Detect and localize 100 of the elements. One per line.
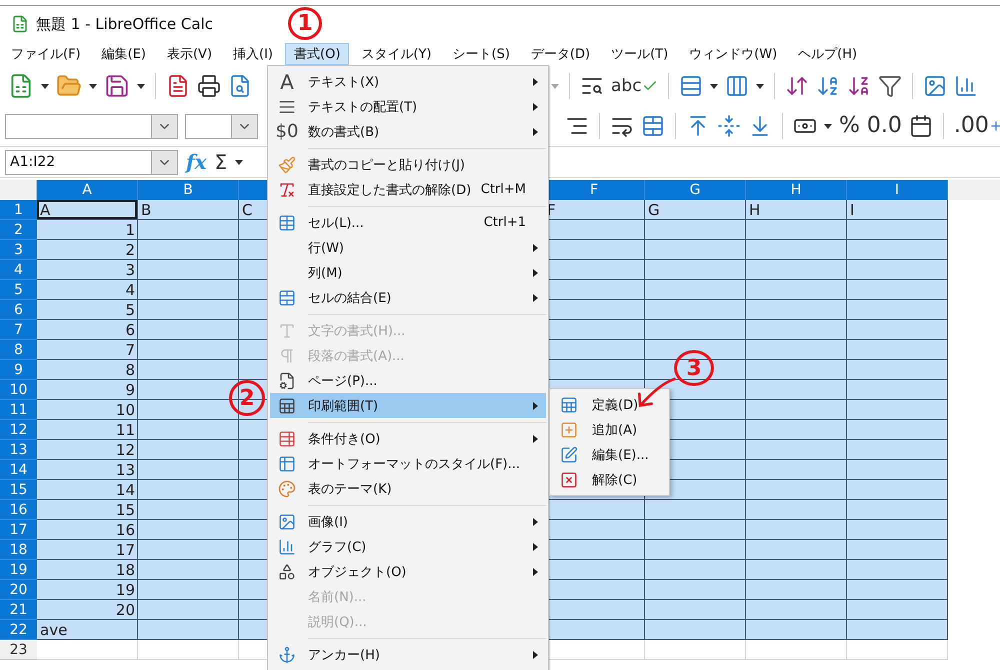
bar-chart-icon[interactable]	[954, 74, 978, 98]
menu-item[interactable]: データ(D)	[522, 43, 600, 65]
menu-item[interactable]: アンカー(H)	[270, 642, 546, 667]
caret-icon[interactable]	[89, 84, 97, 88]
menu-item[interactable]: グラフ(C)	[270, 534, 546, 559]
menu-item[interactable]: 画像(I)	[270, 509, 546, 534]
row-header[interactable]: 3	[0, 240, 37, 260]
font-name-field[interactable]	[5, 114, 151, 138]
row-header[interactable]: 20	[0, 580, 37, 600]
sort-icon[interactable]	[784, 74, 809, 98]
menu-item[interactable]: 印刷範囲(T)	[270, 393, 546, 418]
row-header[interactable]: 17	[0, 520, 37, 540]
menu-item[interactable]: 表のテーマ(K)	[270, 476, 546, 501]
merge-cells-icon[interactable]	[641, 114, 665, 138]
menu-item[interactable]: スタイル(Y)	[352, 43, 440, 65]
row-header[interactable]: 19	[0, 560, 37, 580]
save-icon[interactable]	[104, 73, 130, 99]
name-box[interactable]: A1:I22	[5, 150, 151, 174]
menu-item[interactable]: ヘルプ(H)	[789, 43, 866, 65]
print-preview-icon[interactable]	[228, 74, 252, 98]
row-header[interactable]: 13	[0, 440, 37, 460]
pdf-icon[interactable]	[166, 74, 190, 98]
submenu-arrow-icon	[533, 434, 538, 442]
menu-item[interactable]: 追加(A)	[552, 417, 667, 442]
dropdown-button[interactable]	[231, 114, 258, 138]
number-format-button[interactable]: 0.0	[866, 115, 902, 137]
row-header[interactable]: 15	[0, 480, 37, 500]
menu-item[interactable]: セルの結合(E)	[270, 285, 546, 310]
menu-item[interactable]: ツール(T)	[602, 43, 678, 65]
row-header[interactable]: 4	[0, 260, 37, 280]
row-header[interactable]: 5	[0, 280, 37, 300]
print-icon[interactable]	[197, 74, 221, 98]
sort-descending-icon[interactable]	[846, 74, 871, 98]
menu-item[interactable]: $0 数の書式(B)	[270, 119, 546, 144]
table-cell: 12	[37, 440, 138, 460]
remove-formatting-icon	[278, 180, 296, 198]
menu-item[interactable]: ファイル(F)	[2, 43, 90, 65]
caret-icon[interactable]	[710, 84, 718, 88]
menu-item[interactable]: 編集(E)...	[552, 442, 667, 467]
row-header[interactable]: 8	[0, 340, 37, 360]
row-header[interactable]: 22	[0, 620, 37, 640]
column-header[interactable]: A	[37, 180, 138, 200]
menu-item[interactable]: シート(S)	[444, 43, 519, 65]
column-header[interactable]: G	[645, 180, 746, 200]
row-header[interactable]: 23	[0, 640, 37, 660]
row-header[interactable]: 12	[0, 420, 37, 440]
menu-item[interactable]: 列(M)	[270, 260, 546, 285]
menu-item[interactable]: 挿入(I)	[224, 43, 282, 65]
image-icon[interactable]	[922, 74, 947, 98]
row-header[interactable]: 14	[0, 460, 37, 480]
percent-button[interactable]: %	[839, 115, 860, 137]
merge-cells-icon	[278, 288, 296, 306]
filter-icon[interactable]	[878, 74, 902, 98]
rows-icon[interactable]	[678, 74, 703, 98]
row-header[interactable]: 2	[0, 220, 37, 240]
caret-icon[interactable]	[41, 84, 49, 88]
menu-item[interactable]: 書式のコピーと貼り付け(J)	[270, 152, 546, 177]
column-header[interactable]: B	[138, 180, 239, 200]
calendar-icon[interactable]	[908, 114, 933, 138]
pilcrow-icon	[278, 346, 296, 364]
menu-item[interactable]: 条件付き(O)	[270, 426, 546, 451]
caret-icon[interactable]	[756, 84, 764, 88]
menu-item[interactable]: 解除(C)	[552, 467, 667, 492]
menu-item[interactable]: A テキスト(X)	[270, 69, 546, 94]
menu-item[interactable]: 直接設定した書式の解除(D) Ctrl+M	[270, 177, 546, 202]
menu-item[interactable]: テキストの配置(T)	[270, 94, 546, 119]
sort-ascending-icon[interactable]	[816, 74, 840, 98]
columns-icon[interactable]	[724, 74, 749, 98]
column-header[interactable]: I	[847, 180, 948, 200]
anchor-icon	[278, 646, 296, 664]
row-header[interactable]: 18	[0, 540, 37, 560]
sum-button[interactable]: Σ	[214, 152, 228, 172]
menu-item[interactable]: オートフォーマットのスタイル(F)...	[270, 451, 546, 476]
submenu-arrow-icon	[533, 294, 538, 302]
menu-item[interactable]: 表示(V)	[158, 43, 222, 65]
align-middle-icon[interactable]	[717, 114, 741, 138]
row-header[interactable]: 11	[0, 400, 37, 420]
menu-item[interactable]: 編集(E)	[92, 43, 155, 65]
caret-icon[interactable]	[235, 160, 244, 164]
menu-item[interactable]: オブジェクト(O)	[270, 559, 546, 584]
menu-item[interactable]: ウィンドウ(W)	[680, 43, 786, 65]
row-header[interactable]: 21	[0, 600, 37, 620]
menu-item[interactable]: 定義(D)	[552, 392, 667, 417]
caret-icon[interactable]	[137, 84, 145, 88]
row-header[interactable]: 9	[0, 360, 37, 380]
column-header[interactable]: H	[746, 180, 847, 200]
dropdown-button[interactable]	[151, 150, 178, 174]
spellcheck-button[interactable]: abc	[611, 78, 658, 94]
menu-item[interactable]: 書式(O)	[285, 43, 350, 65]
row-header[interactable]: 10	[0, 380, 37, 400]
row-header[interactable]: 7	[0, 320, 37, 340]
row-header[interactable]: 16	[0, 500, 37, 520]
row-header[interactable]: 1	[0, 200, 37, 220]
font-size-field[interactable]	[185, 114, 231, 138]
caret-icon[interactable]	[824, 124, 832, 128]
add-decimal-button[interactable]: .00	[954, 115, 1000, 137]
row-header[interactable]: 6	[0, 300, 37, 320]
menu-item[interactable]: 行(W)	[270, 235, 546, 260]
menu-item[interactable]: ページ(P)...	[270, 368, 546, 393]
dropdown-button[interactable]	[151, 114, 178, 138]
